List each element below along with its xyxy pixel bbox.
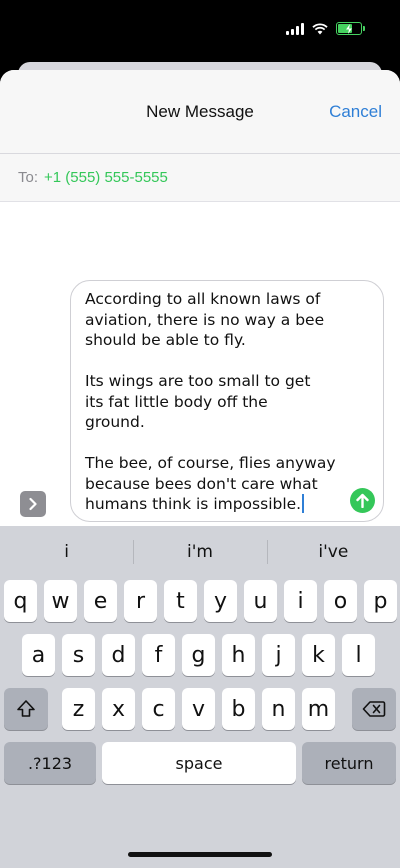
- key-c[interactable]: c: [142, 688, 175, 730]
- suggestion-bar: i i'm i've: [0, 526, 400, 578]
- key-x[interactable]: x: [102, 688, 135, 730]
- status-icons: [286, 22, 365, 35]
- recipient-row[interactable]: To: +1 (555) 555-5555: [0, 154, 400, 202]
- key-y[interactable]: y: [204, 580, 237, 622]
- backspace-key[interactable]: [352, 688, 396, 730]
- key-h[interactable]: h: [222, 634, 255, 676]
- suggestion-1[interactable]: i: [0, 526, 133, 578]
- keyboard: i i'm i've q w e r t y u i o p a s d f g…: [0, 526, 400, 868]
- shift-key[interactable]: [4, 688, 48, 730]
- recipient-label: To:: [18, 169, 39, 186]
- key-o[interactable]: o: [324, 580, 357, 622]
- key-j[interactable]: j: [262, 634, 295, 676]
- message-input[interactable]: According to all known laws of aviation,…: [70, 280, 384, 522]
- key-r[interactable]: r: [124, 580, 157, 622]
- expand-apps-button[interactable]: [20, 491, 46, 517]
- status-bar: [0, 0, 400, 62]
- send-button[interactable]: [350, 488, 375, 513]
- text-cursor: [302, 494, 305, 513]
- key-k[interactable]: k: [302, 634, 335, 676]
- key-z[interactable]: z: [62, 688, 95, 730]
- suggestion-3[interactable]: i've: [266, 526, 400, 578]
- cancel-button[interactable]: Cancel: [329, 102, 382, 122]
- suggestion-2[interactable]: i'm: [133, 526, 266, 578]
- key-p[interactable]: p: [364, 580, 397, 622]
- chevron-right-icon: [29, 497, 37, 511]
- recipient-field[interactable]: +1 (555) 555-5555: [44, 169, 168, 186]
- key-b[interactable]: b: [222, 688, 255, 730]
- key-v[interactable]: v: [182, 688, 215, 730]
- key-m[interactable]: m: [302, 688, 335, 730]
- key-w[interactable]: w: [44, 580, 77, 622]
- key-f[interactable]: f: [142, 634, 175, 676]
- backspace-icon: [362, 701, 386, 717]
- key-g[interactable]: g: [182, 634, 215, 676]
- message-text[interactable]: According to all known laws of aviation,…: [85, 290, 336, 513]
- key-e[interactable]: e: [84, 580, 117, 622]
- shift-icon: [17, 700, 35, 717]
- key-s[interactable]: s: [62, 634, 95, 676]
- battery-charging-icon: [336, 22, 365, 35]
- key-n[interactable]: n: [262, 688, 295, 730]
- key-q[interactable]: q: [4, 580, 37, 622]
- space-key[interactable]: space: [102, 742, 296, 784]
- signal-icon: [286, 22, 304, 35]
- wifi-icon: [312, 22, 328, 34]
- message-header: New Message Cancel: [0, 70, 400, 154]
- key-d[interactable]: d: [102, 634, 135, 676]
- return-key[interactable]: return: [302, 742, 396, 784]
- key-a[interactable]: a: [22, 634, 55, 676]
- numbers-key[interactable]: .?123: [4, 742, 96, 784]
- key-u[interactable]: u: [244, 580, 277, 622]
- key-l[interactable]: l: [342, 634, 375, 676]
- key-i[interactable]: i: [284, 580, 317, 622]
- home-indicator[interactable]: [128, 852, 272, 857]
- arrow-up-icon: [356, 493, 369, 508]
- key-t[interactable]: t: [164, 580, 197, 622]
